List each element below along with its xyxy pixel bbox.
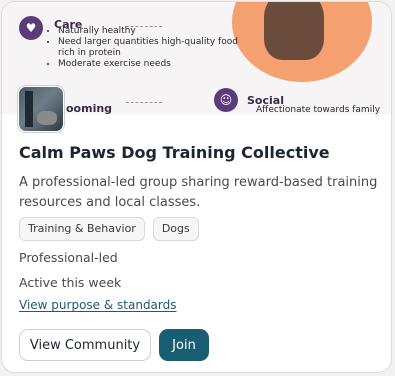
tag-training-behavior: Training & Behavior [19, 217, 145, 241]
tag-list: Training & Behavior Dogs [19, 217, 199, 241]
view-standards-link[interactable]: View purpose & standards [19, 298, 177, 312]
community-title: Calm Paws Dog Training Collective [19, 143, 330, 162]
avatar-photo-tree [25, 91, 33, 127]
community-avatar [18, 86, 64, 132]
community-description: A professional-led group sharing reward-… [19, 175, 378, 210]
cover-dog-image [264, 2, 324, 60]
avatar-photo-dog [37, 111, 57, 125]
grooming-divider [126, 102, 162, 103]
care-item: Naturally healthy [58, 26, 238, 37]
social-item: Affectionate towards family [256, 105, 381, 114]
care-item: Need larger quantities high-quality food… [58, 37, 238, 59]
view-community-button[interactable]: View Community [19, 329, 151, 361]
grooming-heading: ooming [66, 102, 113, 114]
care-item: Moderate exercise needs [58, 59, 238, 70]
care-icon: ♥ [19, 16, 43, 40]
care-list: Naturally healthy Need larger quantities… [46, 26, 238, 70]
community-card: ♥ Care Naturally healthy Need larger qua… [1, 1, 392, 373]
leadership-status: Professional-led [19, 250, 118, 265]
join-button[interactable]: Join [159, 329, 209, 361]
tag-dogs: Dogs [152, 217, 199, 241]
activity-status: Active this week [19, 275, 122, 290]
social-icon: ☺ [214, 88, 238, 112]
